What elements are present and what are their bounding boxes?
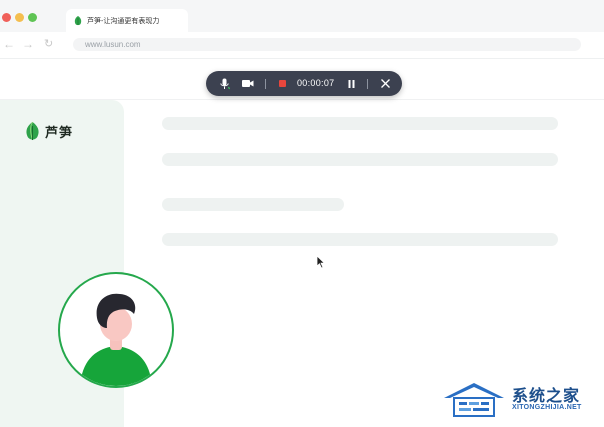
stop-record-icon <box>278 80 286 87</box>
microphone-icon <box>220 78 231 89</box>
minimize-window-button[interactable] <box>15 13 24 22</box>
close-window-button[interactable] <box>2 13 11 22</box>
tab-title: 芦笋-让沟通更有表现力 <box>87 17 160 25</box>
browser-tab[interactable]: 芦笋-让沟通更有表现力 <box>66 9 188 32</box>
microphone-button[interactable] <box>216 71 234 96</box>
close-icon <box>380 79 390 88</box>
lusun-logo-icon <box>26 122 39 141</box>
camera-button[interactable] <box>239 71 257 96</box>
address-bar-row: ← → ↻ www.lusun.com <box>0 32 604 59</box>
toolbar-divider <box>367 79 368 89</box>
pause-button[interactable] <box>344 71 358 96</box>
lusun-logo-icon <box>74 15 82 25</box>
mouse-cursor-icon <box>316 255 326 269</box>
watermark-en: XITONGZHIJIA.NET <box>512 404 582 411</box>
recording-timer: 00:00:07 <box>297 78 335 88</box>
house-logo-icon <box>444 383 504 417</box>
skeleton-line <box>162 153 558 166</box>
webcam-bubble[interactable] <box>58 272 174 388</box>
brand-name: 芦笋 <box>45 125 74 140</box>
stop-record-button[interactable] <box>275 71 289 96</box>
avatar-person-icon <box>80 293 152 386</box>
skeleton-line <box>162 233 558 246</box>
skeleton-line <box>162 198 344 211</box>
sidebar-brand[interactable]: 芦笋 <box>25 122 73 141</box>
browser-titlebar: 芦笋-让沟通更有表现力 <box>0 0 604 32</box>
url-input[interactable]: www.lusun.com <box>73 38 581 51</box>
forward-arrow-icon[interactable]: → <box>22 38 34 50</box>
camera-icon <box>242 80 254 87</box>
recording-toolbar: 00:00:07 <box>206 71 402 96</box>
maximize-window-button[interactable] <box>28 13 37 22</box>
watermark-logo: 系统之家 XITONGZHIJIA.NET <box>440 378 600 422</box>
toolbar-divider <box>265 79 266 89</box>
reload-icon[interactable]: ↻ <box>44 38 53 50</box>
back-arrow-icon[interactable]: ← <box>3 38 15 50</box>
pause-icon <box>348 79 354 88</box>
watermark-cn: 系统之家 <box>512 388 581 405</box>
close-recording-button[interactable] <box>377 71 393 96</box>
skeleton-line <box>162 117 558 130</box>
